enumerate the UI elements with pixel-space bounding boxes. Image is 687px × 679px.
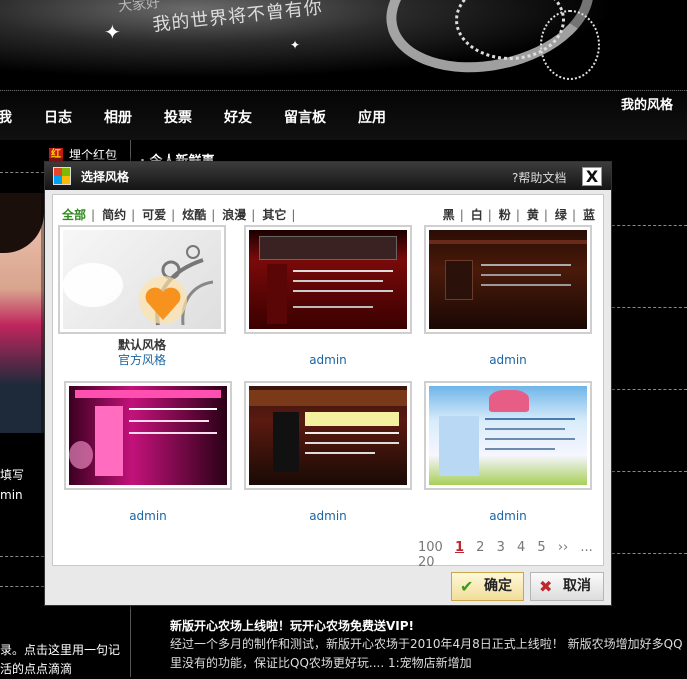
theme-thumbnail[interactable] [64,381,232,490]
left-fragment-2: min [0,488,23,502]
left-news: 录。点击这里用一句记 活的点点滴滴 [0,641,120,679]
news-line: 经过一个多月的制作和测试，新版开心农场于2010年4月8日正式上线啦！ 新版农场… [170,637,683,651]
separator: | [291,208,296,222]
nav-item-vote[interactable]: 投票 [164,107,192,127]
separator: | [515,208,520,222]
star-icon: ✦ [104,20,121,44]
dialog-titlebar[interactable]: 选择风格 ?帮助文档 X [45,162,611,190]
ok-button[interactable]: ✔ 确定 [451,572,524,601]
filter-cool[interactable]: 炫酷 [182,208,206,222]
news-body: 经过一个多月的制作和测试，新版开心农场于2010年4月8日正式上线啦！ 新版农场… [170,635,687,673]
theme-preview [69,386,227,485]
filter-simple[interactable]: 简约 [102,208,126,222]
theme-author[interactable]: admin [244,509,412,523]
separator: | [459,208,464,222]
separator: | [171,208,176,222]
theme-preview [429,386,587,485]
page-3[interactable]: 3 [497,540,505,555]
nav-my-style[interactable]: 我的风格 [621,94,673,113]
divider [0,556,44,557]
divider [0,172,44,173]
choose-style-dialog: 选择风格 ?帮助文档 X 全部 | 简约 | 可爱 | 炫酷 | 浪漫 | 其它 | 黑 | 白 | 粉 | 黄 |… [44,161,612,606]
theme-author[interactable]: admin [424,353,592,367]
filter-romantic[interactable]: 浪漫 [222,208,246,222]
page-4[interactable]: 4 [517,540,525,555]
nav-item-apps[interactable]: 应用 [358,107,386,127]
theme-author[interactable]: admin [64,509,232,523]
divider [612,389,687,390]
page-first[interactable]: 100 [418,540,443,555]
divider [0,586,44,587]
theme-author[interactable]: admin [424,509,592,523]
main-nav: 我 日志 相册 投票 好友 留言板 应用 我的风格 [0,90,687,140]
page-2[interactable]: 2 [476,540,484,555]
category-filters: 全部 | 简约 | 可爱 | 炫酷 | 浪漫 | 其它 | [62,206,302,223]
separator: | [571,208,576,222]
theme-preview [429,230,587,329]
theme-preview [249,230,407,329]
theme-preview [249,386,407,485]
filter-all[interactable]: 全部 [62,208,86,222]
ok-label: 确定 [484,578,512,594]
nav-item-me[interactable]: 我 [0,107,12,127]
nav-item-blog[interactable]: 日志 [44,107,72,127]
theme-author[interactable]: 官方风格 [58,351,226,368]
page-next[interactable]: ›› [558,540,568,555]
left-fragment-1: 填写 [0,468,25,482]
news-title[interactable]: 新版开心农场上线啦！玩开心农场免费送VIP! [170,617,414,634]
theme-thumbnail[interactable] [424,225,592,334]
theme-thumbnail[interactable] [424,381,592,490]
theme-preview [63,230,221,329]
separator: | [131,208,136,222]
dialog-title: 选择风格 [81,170,130,184]
x-icon: ✖ [539,577,553,596]
divider [612,225,687,226]
nav-item-guestbook[interactable]: 留言板 [284,107,326,127]
star-icon: ✦ [290,38,301,52]
separator: | [251,208,256,222]
cancel-button[interactable]: ✖ 取消 [530,572,604,601]
theme-thumbnail[interactable] [244,225,412,334]
red-envelope-icon: 红 [49,148,63,162]
page-5[interactable]: 5 [537,540,545,555]
banner: 大家好 我的世界将不曾有你 ✦ ✦ [0,0,687,90]
color-pink[interactable]: 粉 [499,208,511,222]
dialog-body: 全部 | 简约 | 可爱 | 炫酷 | 浪漫 | 其它 | 黑 | 白 | 粉 | 黄 | 绿 | 蓝 默认风格 官方风格 [52,194,604,570]
help-link[interactable]: ?帮助文档 [512,169,566,186]
separator: | [211,208,216,222]
cancel-label: 取消 [563,578,591,594]
divider [612,471,687,472]
windows-logo-icon [53,167,71,185]
color-black[interactable]: 黑 [443,208,455,222]
filter-other[interactable]: 其它 [262,208,286,222]
theme-author[interactable]: admin [244,353,412,367]
color-yellow[interactable]: 黄 [527,208,539,222]
separator: | [543,208,548,222]
close-button[interactable]: X [582,167,602,186]
news-line: 里没有的功能，保证比QQ农场更好玩.... 1:宠物店新增加 [170,656,472,670]
color-white[interactable]: 白 [471,208,483,222]
nav-item-friends[interactable]: 好友 [224,107,252,127]
color-filters: 黑 | 白 | 粉 | 黄 | 绿 | 蓝 [443,206,600,223]
pagination: 100 1 2 3 4 5 ›› ... 20 [418,540,603,570]
color-green[interactable]: 绿 [555,208,567,222]
theme-thumbnail[interactable] [58,225,226,334]
page-1[interactable]: 1 [455,540,464,555]
left-news-line: 活的点点滴滴 [0,662,73,676]
color-blue[interactable]: 蓝 [583,208,595,222]
filter-cute[interactable]: 可爱 [142,208,166,222]
separator: | [91,208,96,222]
dots-decoration [540,10,600,80]
separator: | [487,208,492,222]
divider [612,553,687,554]
left-news-line: 录。点击这里用一句记 [0,643,121,657]
heart-art [63,245,214,326]
theme-thumbnail[interactable] [244,381,412,490]
checkmark-icon: ✔ [460,577,474,596]
nav-item-album[interactable]: 相册 [104,107,132,127]
banner-slogan: 我的世界将不曾有你 [151,0,324,36]
divider [612,307,687,308]
